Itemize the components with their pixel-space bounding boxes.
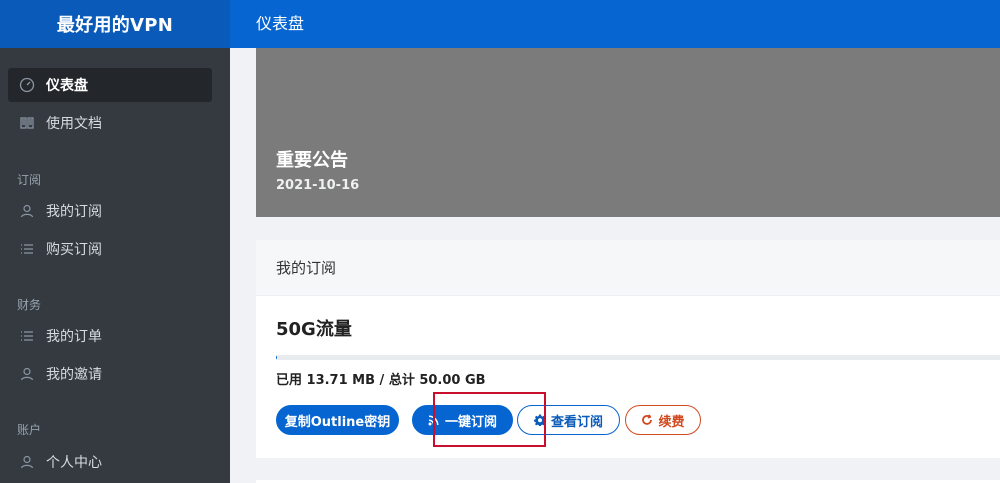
notice-title: 重要公告 [276, 150, 348, 171]
sidebar-item-buy-subscription[interactable]: 购买订阅 [8, 232, 212, 266]
copy-outline-key-button[interactable]: 复制Outline密钥 [276, 405, 399, 435]
sidebar-section-title: 财务 [17, 298, 42, 312]
sidebar-item-label: 个人中心 [46, 455, 102, 471]
dashboard-icon [18, 76, 36, 94]
subscription-card: 我的订阅 50G流量 已用 13.71 MB / 总计 50.00 GB 复制O… [256, 240, 1000, 458]
book-icon [18, 114, 36, 132]
sidebar: 仪表盘 使用文档 订阅 我的订阅 购买订阅 财务 我的订单 我的邀请 账户 个人… [0, 48, 230, 483]
page-title: 仪表盘 [256, 14, 305, 33]
sidebar-item-my-orders[interactable]: 我的订单 [8, 319, 212, 353]
button-label: 续费 [658, 414, 685, 430]
sidebar-item-label: 我的订单 [46, 329, 102, 345]
user-icon [18, 453, 36, 471]
button-label: 查看订阅 [550, 414, 603, 430]
sidebar-section-title: 账户 [17, 423, 42, 437]
refresh-icon [642, 414, 653, 425]
sidebar-item-my-invites[interactable]: 我的邀请 [8, 357, 212, 391]
user-icon [18, 202, 36, 220]
sidebar-item-docs[interactable]: 使用文档 [8, 106, 212, 140]
sidebar-item-label: 购买订阅 [46, 242, 102, 258]
highlight-annotation [433, 392, 546, 447]
renew-button[interactable]: 续费 [625, 405, 701, 435]
main-content: 重要公告 2021-10-16 我的订阅 50G流量 已用 13.71 MB /… [230, 48, 1000, 483]
sidebar-item-dashboard[interactable]: 仪表盘 [8, 68, 212, 102]
user-icon [18, 365, 36, 383]
notice-banner[interactable]: 重要公告 2021-10-16 [256, 48, 1000, 217]
usage-text: 已用 13.71 MB / 总计 50.00 GB [276, 373, 486, 388]
notice-date: 2021-10-16 [276, 178, 360, 193]
plan-name: 50G流量 [276, 319, 352, 340]
sidebar-item-label: 使用文档 [46, 116, 102, 132]
brand-logo[interactable]: 最好用的VPN [0, 0, 230, 48]
list-icon [18, 327, 36, 345]
card-header: 我的订阅 [256, 240, 1000, 296]
button-label: 复制Outline密钥 [284, 414, 391, 430]
sidebar-item-label: 仪表盘 [46, 78, 88, 94]
sidebar-section-title: 订阅 [17, 173, 42, 187]
list-icon [18, 240, 36, 258]
sidebar-item-my-subscription[interactable]: 我的订阅 [8, 194, 212, 228]
sidebar-item-label: 我的邀请 [46, 367, 102, 383]
usage-progress-bar [276, 355, 1000, 360]
sidebar-item-label: 我的订阅 [46, 204, 102, 220]
sidebar-item-profile[interactable]: 个人中心 [8, 445, 212, 479]
top-bar: 最好用的VPN 仪表盘 [0, 0, 1000, 48]
